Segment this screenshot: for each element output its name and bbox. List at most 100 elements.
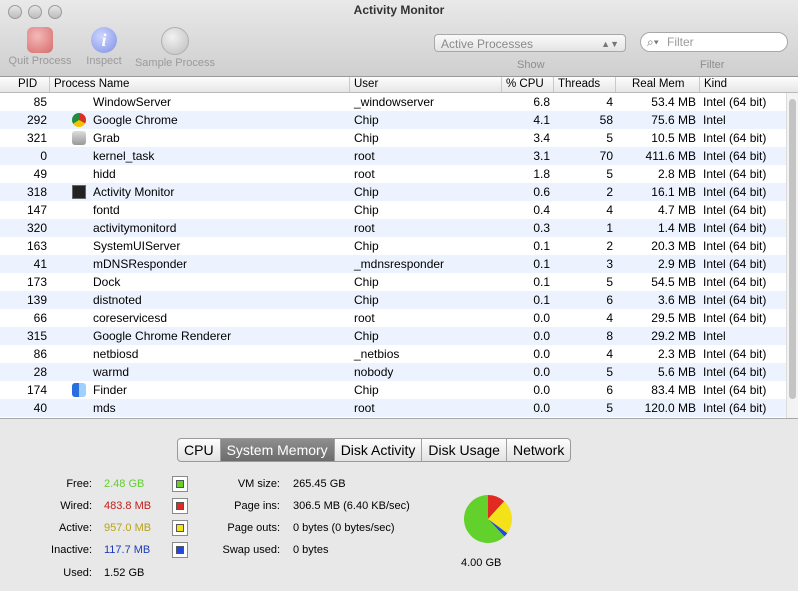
- table-row[interactable]: 66 coreservicesd root 0.0 4 29.5 MB Inte…: [0, 309, 786, 327]
- active-color-fill: [176, 524, 184, 532]
- table-row[interactable]: 41 mDNSResponder _mdnsresponder 0.1 3 2.…: [0, 255, 786, 273]
- table-row[interactable]: 28 warmd nobody 0.0 5 5.6 MB Intel (64 b…: [0, 363, 786, 381]
- column-header-user[interactable]: User: [350, 77, 502, 92]
- threads-cell: 5: [606, 365, 613, 379]
- table-row[interactable]: 163 SystemUIServer Chip 0.1 2 20.3 MB In…: [0, 237, 786, 255]
- kind-cell: Intel (64 bit): [703, 185, 767, 199]
- pid-cell: 85: [33, 95, 47, 109]
- column-header-cpu[interactable]: % CPU ▼: [502, 77, 554, 104]
- threads-cell: 8: [606, 329, 613, 343]
- toolbar: Activity Monitor Quit Process i Inspect …: [0, 0, 798, 77]
- real-mem-cell: 411.6 MB: [645, 149, 696, 163]
- process-table-header: PID Process Name User % CPU ▼ Threads Re…: [0, 77, 798, 104]
- stop-sign-icon: [27, 27, 53, 53]
- pid-cell: 40: [33, 401, 47, 415]
- cpu-cell: 0.0: [533, 383, 550, 397]
- threads-cell: 4: [606, 203, 613, 217]
- cpu-cell: 0.0: [533, 311, 550, 325]
- kind-cell: Intel (64 bit): [703, 203, 767, 217]
- process-name-cell: fontd: [93, 203, 120, 217]
- table-row[interactable]: 318 Activity Monitor Chip 0.6 2 16.1 MB …: [0, 183, 786, 201]
- quit-process-button[interactable]: Quit Process: [7, 27, 73, 67]
- table-row[interactable]: 147 fontd Chip 0.4 4 4.7 MB Intel (64 bi…: [0, 201, 786, 219]
- filter-search-field[interactable]: ⌕▾ Filter: [640, 32, 788, 52]
- table-row[interactable]: 0 kernel_task root 3.1 70 411.6 MB Intel…: [0, 147, 786, 165]
- table-row[interactable]: 315 Google Chrome Renderer Chip 0.0 8 29…: [0, 327, 786, 345]
- show-label: Show: [517, 59, 545, 71]
- free-color-swatch[interactable]: [172, 476, 188, 492]
- grab-icon: [72, 131, 86, 145]
- inspect-label: Inspect: [86, 55, 122, 67]
- column-header-process-name[interactable]: Process Name: [50, 77, 350, 92]
- process-name-cell: SystemUIServer: [93, 239, 181, 253]
- table-row[interactable]: 320 activitymonitord root 0.3 1 1.4 MB I…: [0, 219, 786, 237]
- kind-cell: Intel (64 bit): [703, 257, 767, 271]
- cpu-cell: 0.3: [533, 221, 550, 235]
- table-row[interactable]: 321 Grab Chip 3.4 5 10.5 MB Intel (64 bi…: [0, 129, 786, 147]
- user-cell: root: [354, 311, 375, 325]
- cpu-cell: 3.4: [533, 131, 550, 145]
- threads-cell: 2: [606, 239, 613, 253]
- real-mem-cell: 3.6 MB: [657, 293, 696, 307]
- column-header-pid[interactable]: PID: [0, 77, 50, 92]
- real-mem-cell: 120.0 MB: [644, 401, 696, 415]
- process-list: 85 WindowServer _windowserver 6.8 4 53.4…: [0, 93, 786, 418]
- pid-cell: 66: [33, 311, 47, 325]
- inactive-color-swatch[interactable]: [172, 542, 188, 558]
- cpu-cell: 0.1: [533, 257, 550, 271]
- free-label: Free:: [66, 478, 92, 490]
- table-row[interactable]: 174 Finder Chip 0.0 6 83.4 MB Intel (64 …: [0, 381, 786, 399]
- swap-used-label: Swap used:: [222, 544, 280, 556]
- user-cell: Chip: [354, 203, 379, 217]
- cpu-cell: 0.1: [533, 239, 550, 253]
- active-label: Active:: [58, 522, 92, 534]
- threads-cell: 4: [606, 347, 613, 361]
- show-processes-select[interactable]: Active Processes ▲▼: [434, 34, 626, 52]
- table-row[interactable]: 86 netbiosd _netbios 0.0 4 2.3 MB Intel …: [0, 345, 786, 363]
- user-cell: Chip: [354, 113, 379, 127]
- pid-cell: 163: [26, 239, 47, 253]
- free-value: 2.48 GB: [104, 478, 145, 490]
- threads-cell: 5: [606, 401, 613, 415]
- process-name-cell: distnoted: [93, 293, 142, 307]
- pid-cell: 41: [33, 257, 47, 271]
- active-color-swatch[interactable]: [172, 520, 188, 536]
- kind-cell: Intel: [703, 329, 726, 343]
- pid-cell: 0: [40, 149, 47, 163]
- tab-system-memory[interactable]: System Memory: [220, 439, 335, 461]
- kind-cell: Intel (64 bit): [703, 221, 767, 235]
- cpu-cell: 0.0: [533, 329, 550, 343]
- inactive-label: Inactive:: [51, 544, 92, 556]
- column-header-threads[interactable]: Threads: [554, 77, 616, 92]
- table-row[interactable]: 85 WindowServer _windowserver 6.8 4 53.4…: [0, 93, 786, 111]
- column-header-kind[interactable]: Kind: [700, 77, 798, 92]
- page-outs-label: Page outs:: [227, 522, 280, 534]
- pid-cell: 174: [26, 383, 47, 397]
- sample-process-button[interactable]: Sample Process: [132, 27, 218, 69]
- process-name-cell: Finder: [93, 383, 128, 397]
- vertical-scrollbar[interactable]: [786, 93, 798, 418]
- tab-network[interactable]: Network: [507, 439, 570, 461]
- tab-disk-activity[interactable]: Disk Activity: [335, 439, 423, 461]
- user-cell: Chip: [354, 131, 379, 145]
- table-row[interactable]: 292 Google Chrome Chip 4.1 58 75.6 MB In…: [0, 111, 786, 129]
- process-name-cell: warmd: [93, 365, 130, 379]
- kind-cell: Intel (64 bit): [703, 401, 767, 415]
- threads-cell: 6: [606, 383, 613, 397]
- tab-cpu[interactable]: CPU: [178, 439, 221, 461]
- scrollbar-thumb[interactable]: [789, 99, 796, 399]
- tab-disk-usage[interactable]: Disk Usage: [422, 439, 507, 461]
- memory-pie-chart: [464, 495, 512, 543]
- wired-color-swatch[interactable]: [172, 498, 188, 514]
- table-row[interactable]: 139 distnoted Chip 0.1 6 3.6 MB Intel (6…: [0, 291, 786, 309]
- panel-divider[interactable]: [0, 418, 798, 419]
- table-row[interactable]: 173 Dock Chip 0.1 5 54.5 MB Intel (64 bi…: [0, 273, 786, 291]
- kind-cell: Intel (64 bit): [703, 95, 767, 109]
- real-mem-cell: 53.4 MB: [651, 95, 696, 109]
- wired-label: Wired:: [60, 500, 92, 512]
- table-row[interactable]: 40 mds root 0.0 5 120.0 MB Intel (64 bit…: [0, 399, 786, 417]
- inspect-button[interactable]: i Inspect: [82, 27, 126, 67]
- cpu-cell: 0.1: [533, 275, 550, 289]
- table-row[interactable]: 49 hidd root 1.8 5 2.8 MB Intel (64 bit): [0, 165, 786, 183]
- column-header-real-mem[interactable]: Real Mem: [616, 77, 700, 92]
